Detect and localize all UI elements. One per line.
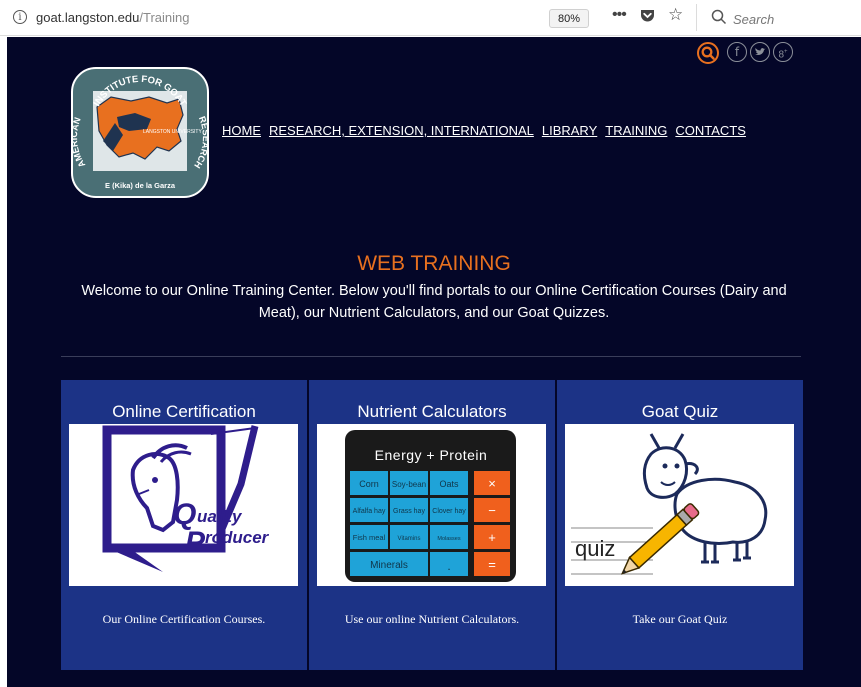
nav-library-link[interactable]: LIBRARY — [542, 123, 597, 138]
logo-bottom-text: E (Kika) de la Garza — [105, 181, 176, 190]
calc-key: Vitamins — [398, 536, 421, 542]
calc-header: Energy + Protein — [375, 447, 488, 463]
section-divider — [61, 356, 801, 357]
calc-op-equals: = — [488, 557, 496, 572]
search-placeholder: Search — [733, 12, 775, 27]
calc-key: Minerals — [370, 560, 408, 571]
card-goat-quiz[interactable]: Goat Quiz quiz Take our Goat Quiz — [557, 380, 803, 670]
url-field[interactable]: goat.langston.edu/Training — [36, 10, 189, 25]
url-path: /Training — [139, 10, 190, 25]
zoom-level-button[interactable]: 80% — [549, 9, 589, 28]
facebook-icon[interactable]: f — [727, 42, 747, 62]
institute-logo[interactable]: LANGSTON UNIVERSITY INSTITUTE FOR GOAT A… — [69, 67, 211, 198]
calc-key: Grass hay — [393, 508, 425, 515]
calc-op-minus: − — [488, 503, 496, 518]
search-icon — [711, 9, 727, 25]
quiz-text: quiz — [575, 536, 615, 561]
producer-word: roducer — [205, 528, 270, 547]
nav-research-link[interactable]: RESEARCH, EXTENSION, INTERNATIONAL — [269, 123, 534, 138]
bookmark-star-icon[interactable]: ☆ — [668, 5, 683, 25]
calc-key: Oats — [439, 479, 459, 489]
calculator-image[interactable]: Energy + Protein Corn Soy-bean Oats Alfa… — [317, 424, 546, 586]
twitter-icon[interactable] — [750, 42, 770, 62]
toolbar-separator — [696, 4, 697, 31]
calc-key: Clover hay — [432, 508, 466, 515]
quality-word: uality — [197, 507, 243, 526]
quality-producer-image[interactable]: Q uality P roducer — [69, 424, 298, 586]
nav-contacts-link[interactable]: CONTACTS — [675, 123, 746, 138]
calc-key: Soy-bean — [392, 480, 426, 489]
logo-map-text: LANGSTON UNIVERSITY — [143, 129, 202, 135]
producer-p-letter: P — [185, 526, 206, 559]
info-icon[interactable]: i — [13, 10, 27, 24]
calc-op-plus: + — [488, 530, 496, 545]
calc-key: Fish meal — [353, 533, 386, 542]
card-nutrient-calculators[interactable]: Nutrient Calculators Energy + Protein Co… — [309, 380, 555, 670]
nav-training-link[interactable]: TRAINING — [605, 123, 667, 138]
card-caption[interactable]: Use our online Nutrient Calculators. — [309, 612, 555, 627]
calc-key: . — [447, 559, 450, 573]
page-body: f 8+ LANGSTON UNIVERSITY INSTITUTE FOR G… — [7, 37, 861, 687]
card-title: Goat Quiz — [641, 402, 719, 421]
card-online-certification[interactable]: Online Certification Q uality P roducer … — [61, 380, 307, 670]
pocket-icon[interactable] — [640, 9, 655, 28]
site-search-icon[interactable] — [697, 42, 719, 64]
calc-key: Corn — [359, 479, 379, 489]
browser-url-bar: i goat.langston.edu/Training 80% ••• ☆ S… — [0, 0, 861, 36]
card-caption[interactable]: Take our Goat Quiz — [557, 612, 803, 627]
main-nav: HOME RESEARCH, EXTENSION, INTERNATIONAL LI… — [222, 123, 754, 138]
welcome-text: Welcome to our Online Training Center. B… — [81, 283, 787, 321]
card-caption[interactable]: Our Online Certification Courses. — [61, 612, 307, 627]
google-plus-icon[interactable]: 8+ — [773, 42, 793, 62]
page-actions-menu-icon[interactable]: ••• — [612, 6, 627, 24]
calc-key: Alfalfa hay — [353, 508, 386, 515]
nav-home-link[interactable]: HOME — [222, 123, 261, 138]
browser-search-input[interactable]: Search — [705, 4, 861, 31]
card-title: Nutrient Calculators — [357, 402, 507, 421]
card-title: Online Certification — [112, 402, 256, 421]
calc-key: Molasses — [437, 536, 460, 542]
calc-op-multiply: × — [488, 476, 496, 491]
page-title: WEB TRAINING — [357, 252, 511, 275]
goat-quiz-image[interactable]: quiz — [565, 424, 794, 586]
url-host: goat.langston.edu — [36, 10, 140, 25]
